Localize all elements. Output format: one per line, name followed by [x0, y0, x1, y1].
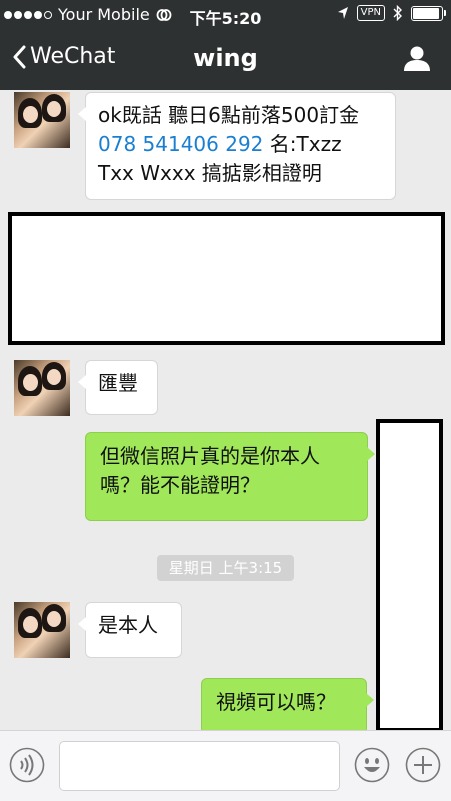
message-bubble-incoming[interactable]: 是本人 [78, 602, 182, 658]
redacted-message [8, 212, 445, 345]
contact-avatar[interactable] [14, 602, 70, 658]
chat-area[interactable]: ok既話 聽日6點前落500訂金 078 541406 292 名:Txzz T… [0, 90, 451, 730]
add-icon [405, 747, 441, 783]
timestamp-divider: 星期日 上午3:15 [157, 555, 294, 581]
message-bubble-incoming[interactable]: ok既話 聽日6點前落500訂金 078 541406 292 名:Txzz T… [78, 92, 396, 200]
battery-icon [411, 5, 446, 21]
message-text: 是本人 [98, 613, 158, 637]
person-icon [404, 46, 430, 71]
bluetooth-icon [393, 5, 402, 21]
message-bubble-outgoing[interactable]: 但微信照片真的是你本人嗎？能不能證明？ [85, 432, 375, 521]
message-bubble-incoming[interactable]: 匯豐 [78, 360, 158, 415]
contact-avatar[interactable] [14, 92, 70, 148]
emoji-icon [354, 747, 390, 783]
chat-title: wing [193, 44, 258, 72]
input-bar [0, 730, 451, 801]
message-text: 匯豐 [98, 371, 138, 395]
message-text: 視頻可以嗎？ [216, 690, 336, 714]
nav-bar: WeChat wing [0, 30, 451, 90]
message-bubble-outgoing[interactable]: 視頻可以嗎？ [201, 678, 374, 730]
phone-number-link[interactable]: 078 541406 292 [98, 132, 263, 156]
message-text: ok既話 聽日6點前落500訂金 [98, 103, 360, 127]
emoji-button[interactable] [354, 747, 390, 783]
add-button[interactable] [405, 747, 441, 783]
contact-avatar[interactable] [14, 360, 70, 416]
voice-icon [9, 747, 45, 783]
vpn-badge: VPN [356, 5, 385, 21]
location-icon [337, 7, 348, 19]
message-input[interactable] [59, 741, 340, 791]
profile-button[interactable] [403, 44, 431, 76]
redacted-avatar [376, 419, 443, 730]
message-text: 但微信照片真的是你本人嗎？能不能證明？ [100, 444, 320, 497]
status-bar: Your Mobile 下午5:20 VPN [0, 0, 451, 30]
voice-button[interactable] [9, 747, 45, 783]
